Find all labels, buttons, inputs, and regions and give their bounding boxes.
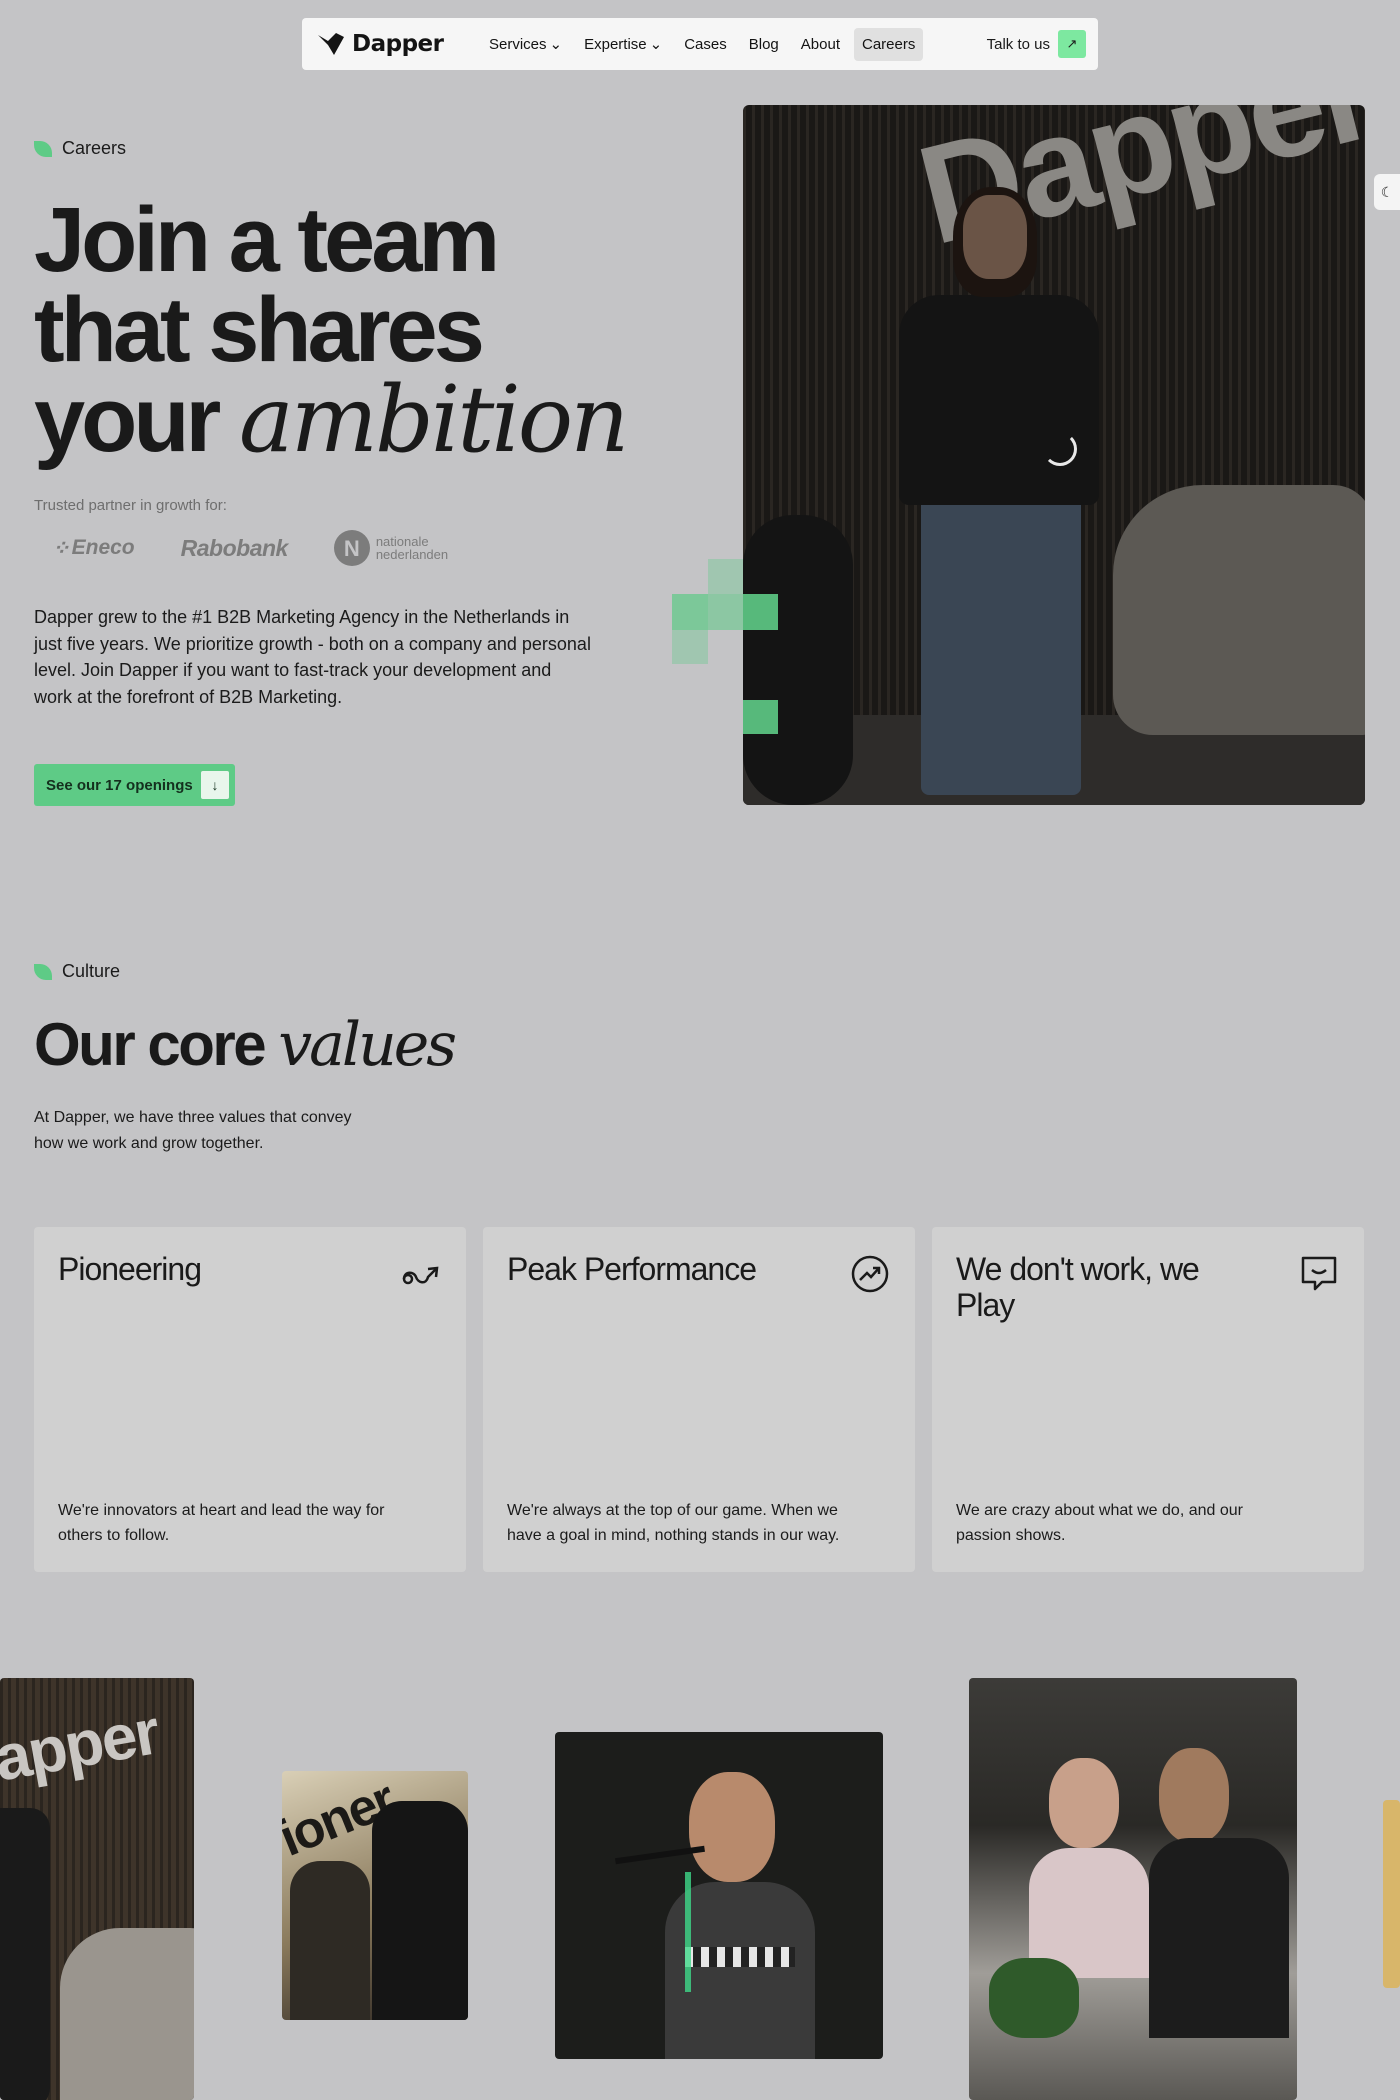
nav-link-cases[interactable]: Cases	[676, 28, 735, 61]
chevron-down-icon: ⌄	[649, 36, 663, 53]
nav-link-label: Services	[489, 35, 547, 53]
gallery-photo-3	[555, 1732, 883, 2059]
rabobank-logo: Rabobank	[180, 534, 289, 561]
hero-copy: Dapper grew to the #1 B2B Marketing Agen…	[34, 607, 591, 707]
eneco-logo: ⁘ Eneco	[52, 536, 135, 561]
loading-spinner-icon	[1043, 432, 1077, 466]
see-openings-button[interactable]: See our 17 openings ↓	[34, 764, 235, 806]
plant-shape	[989, 1958, 1079, 2038]
core-values-title: Our core values	[34, 1010, 457, 1080]
eyebrow-label: Careers	[62, 138, 127, 158]
pixel-decoration	[672, 630, 708, 664]
sweater-pattern	[685, 1947, 795, 1967]
hero-photo: Dapper	[743, 105, 1365, 805]
pixel-decoration	[672, 594, 708, 630]
hero-title-line1: Join a team	[34, 189, 500, 291]
top-navigation: Dapper Services ⌄ Expertise ⌄ Cases Blog A…	[302, 18, 1098, 70]
eneco-text: Eneco	[71, 536, 135, 559]
microphone-arm	[615, 1845, 705, 1865]
card-description: We are crazy about what we do, and our p…	[956, 1502, 1243, 1544]
hero-title-italic: ambition	[238, 366, 629, 473]
nn-mark-icon: N	[333, 530, 370, 566]
gallery-wall-text: apper	[0, 1695, 164, 1795]
nav-link-blog[interactable]: Blog	[741, 28, 787, 61]
person-shape	[372, 1801, 468, 2020]
values-subtitle: At Dapper, we have three values that con…	[34, 1109, 352, 1152]
person-shape	[0, 1808, 50, 2100]
hero-title-line3: your	[34, 369, 221, 471]
person-body	[899, 295, 1099, 505]
person-legs	[921, 495, 1081, 795]
eneco-dots-icon: ⁘	[52, 536, 70, 560]
card-title: Pioneering	[58, 1251, 202, 1287]
logo-text: Dapper	[352, 31, 444, 57]
nav-link-careers[interactable]: Careers	[853, 27, 924, 61]
nav-link-about[interactable]: About	[793, 28, 848, 61]
moon-icon: ☾	[1380, 183, 1394, 200]
value-card-pioneering: Pioneering We're innovators at heart and…	[34, 1227, 466, 1572]
card-title: We don't work, we Play	[956, 1251, 1200, 1323]
nationale-nederlanden-logo: N nationale nederlanden	[333, 530, 448, 566]
nn-text: nationale nederlanden	[376, 535, 448, 561]
armchair-left	[743, 515, 853, 805]
talk-to-us-label: Talk to us	[986, 35, 1050, 53]
person-shape	[290, 1861, 370, 2020]
card-description: We're always at the top of our game. Whe…	[507, 1502, 840, 1544]
nav-link-expertise[interactable]: Expertise ⌄	[576, 27, 670, 61]
value-card-play: We don't work, we Play We are crazy abou…	[932, 1227, 1364, 1572]
pixel-decoration	[743, 700, 778, 734]
gallery-photo-1: apper	[0, 1678, 194, 2100]
gallery-photo-5	[1383, 1800, 1400, 1988]
person	[891, 187, 1099, 805]
trend-up-circle-icon	[851, 1255, 889, 1293]
partner-logos: ⁘ Eneco Rabobank N nationale nederlanden	[52, 530, 448, 566]
card-description: We're innovators at heart and lead the w…	[58, 1502, 385, 1544]
person-head-shape	[1159, 1748, 1229, 1843]
culture-eyebrow: Culture	[34, 961, 120, 982]
dapper-logo-icon	[318, 33, 344, 55]
trusted-label: Trusted partner in growth for:	[34, 497, 227, 514]
pixel-decoration	[743, 594, 778, 630]
nn-line2: nederlanden	[375, 547, 449, 562]
chair-shape	[60, 1928, 194, 2100]
nav-link-label: Expertise	[584, 35, 647, 53]
value-card-peak-performance: Peak Performance We're always at the top…	[483, 1227, 915, 1572]
values-title-italic: values	[278, 1010, 457, 1080]
nav-links: Services ⌄ Expertise ⌄ Cases Blog About Ca…	[481, 27, 987, 61]
nav-link-services[interactable]: Services ⌄	[481, 27, 570, 61]
pixel-decoration	[708, 559, 743, 594]
arrow-down-icon: ↓	[201, 771, 229, 799]
dapper-logo[interactable]: Dapper	[316, 31, 481, 57]
values-title-regular: Our core	[34, 1011, 267, 1078]
hero-title: Join a team that shares your ambition	[34, 194, 654, 466]
leaf-icon	[34, 963, 52, 980]
values-cards: Pioneering We're innovators at heart and…	[34, 1227, 1364, 1572]
person-body-shape	[1149, 1838, 1289, 2038]
chat-bubble-icon	[1301, 1256, 1337, 1291]
see-openings-label: See our 17 openings	[46, 776, 193, 794]
gallery-photo-2: ioner	[282, 1771, 468, 2020]
gallery-photo-4	[969, 1678, 1297, 2100]
person-head-shape	[1049, 1758, 1119, 1848]
squiggle-arrow-icon	[402, 1266, 439, 1285]
careers-eyebrow: Careers	[34, 138, 126, 159]
talk-to-us-button[interactable]: Talk to us ↗	[987, 30, 1086, 58]
person-head	[963, 195, 1027, 279]
card-title: Peak Performance	[507, 1251, 757, 1287]
armchair-right	[1113, 485, 1365, 735]
green-light	[685, 1872, 691, 1992]
chevron-down-icon: ⌄	[549, 36, 563, 53]
pixel-decoration	[708, 594, 743, 630]
leaf-icon	[34, 140, 52, 157]
dark-mode-toggle[interactable]: ☾	[1374, 174, 1400, 210]
arrow-up-right-icon: ↗	[1058, 30, 1086, 58]
eyebrow-label: Culture	[62, 961, 121, 981]
person-head-shape	[689, 1772, 775, 1882]
